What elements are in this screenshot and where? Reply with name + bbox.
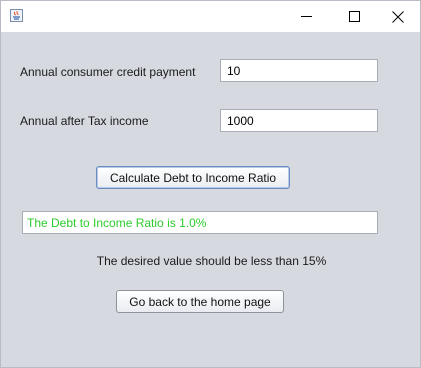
ratio-result-text: The Debt to Income Ratio is 1.0% (27, 216, 207, 230)
maximize-button[interactable] (331, 1, 377, 32)
income-label: Annual after Tax income (20, 114, 149, 128)
credit-payment-input[interactable] (220, 59, 378, 82)
desired-value-hint: The desired value should be less than 15… (96, 254, 327, 268)
close-button[interactable] (375, 1, 421, 32)
close-icon (392, 10, 404, 23)
income-input[interactable] (220, 109, 378, 132)
app-window: Annual consumer credit payment Annual af… (0, 0, 421, 368)
calculate-ratio-button[interactable]: Calculate Debt to Income Ratio (96, 166, 290, 189)
ratio-result-field: The Debt to Income Ratio is 1.0% (22, 211, 378, 234)
maximize-icon (348, 11, 360, 22)
home-page-button[interactable]: Go back to the home page (116, 290, 284, 313)
java-app-icon (10, 9, 23, 22)
credit-payment-label: Annual consumer credit payment (20, 65, 196, 79)
minimize-icon (300, 16, 312, 17)
title-bar[interactable] (1, 1, 420, 32)
minimize-button[interactable] (283, 1, 329, 32)
